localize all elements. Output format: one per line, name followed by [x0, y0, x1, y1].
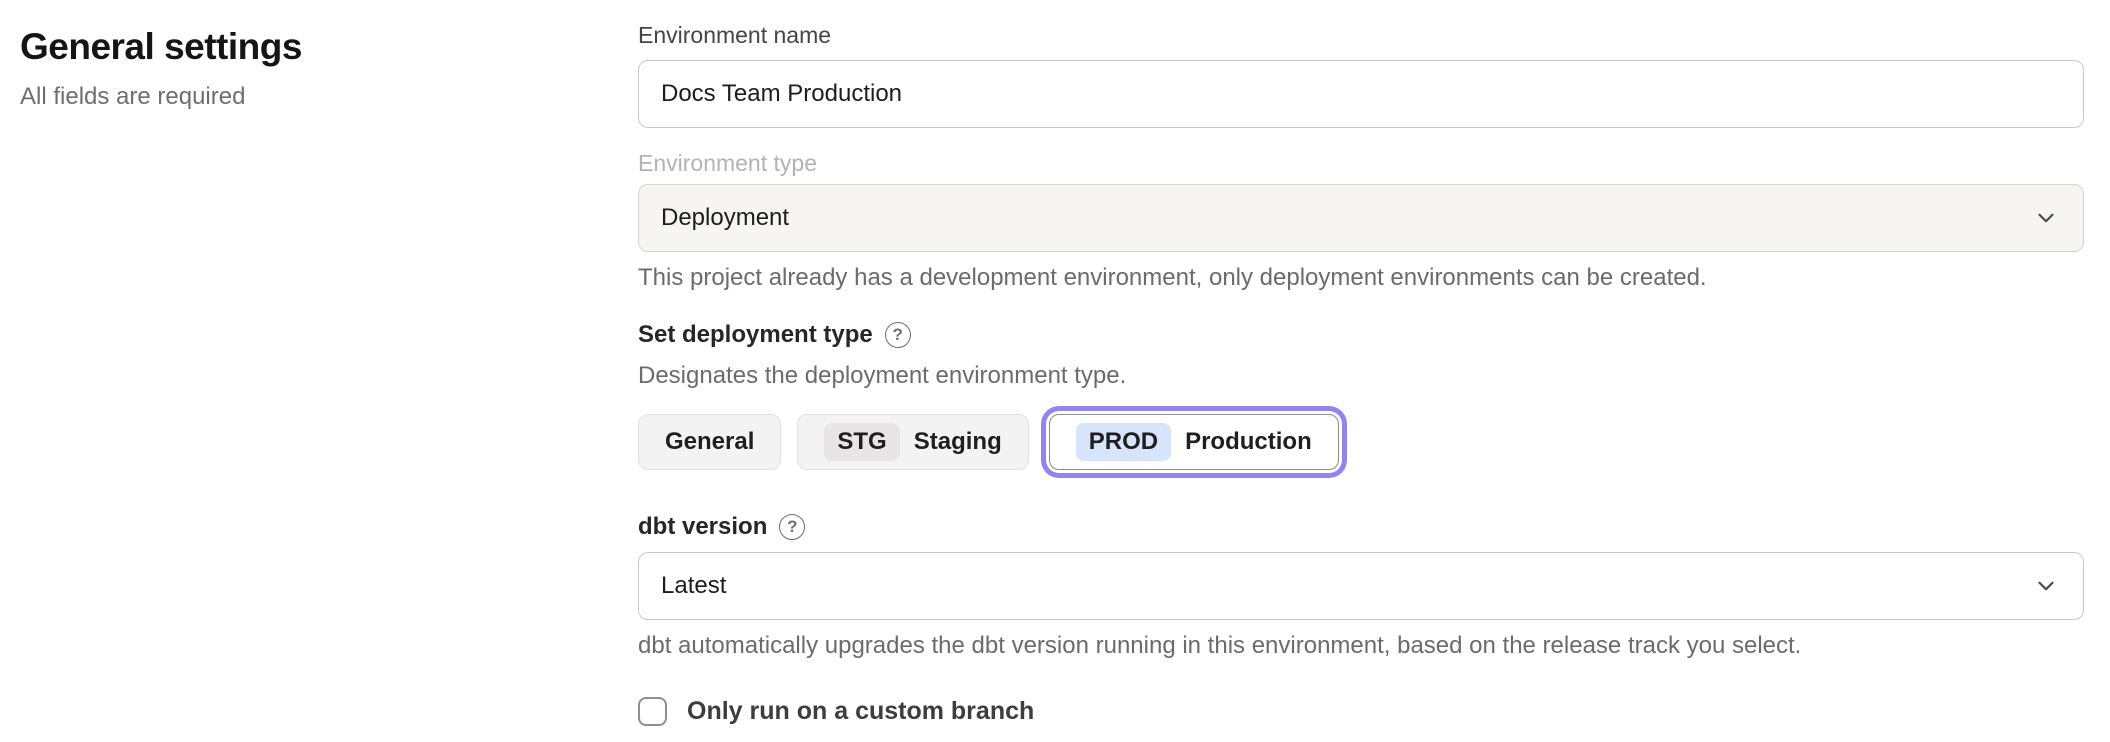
deployment-type-staging-label: Staging — [914, 428, 1002, 456]
custom-branch-row: Only run on a custom branch — [638, 697, 2084, 726]
production-badge: PROD — [1076, 423, 1171, 461]
deployment-type-helper: Designates the deployment environment ty… — [638, 360, 2084, 392]
deployment-type-options: General STG Staging PROD Production — [638, 406, 2084, 478]
page-header: General settings All fields are required — [20, 26, 302, 111]
environment-type-helper: This project already has a development e… — [638, 262, 2084, 294]
deployment-type-general-button[interactable]: General — [638, 414, 781, 470]
page-subtitle: All fields are required — [20, 83, 302, 111]
chevron-down-icon — [2033, 573, 2059, 599]
question-circle-icon[interactable]: ? — [885, 322, 911, 348]
deployment-type-label: Set deployment type — [638, 320, 873, 350]
page-title: General settings — [20, 26, 302, 68]
deployment-type-production-label: Production — [1185, 428, 1312, 456]
dbt-version-select[interactable]: Latest — [638, 552, 2084, 620]
custom-branch-label: Only run on a custom branch — [687, 697, 1034, 726]
staging-badge: STG — [824, 423, 899, 461]
question-circle-icon[interactable]: ? — [779, 514, 805, 540]
environment-type-value: Deployment — [661, 204, 789, 232]
dbt-version-value: Latest — [661, 572, 726, 600]
environment-type-select[interactable]: Deployment — [638, 184, 2084, 252]
environment-name-label: Environment name — [638, 20, 2084, 50]
deployment-type-production-button[interactable]: PROD Production — [1049, 414, 1339, 470]
deployment-type-staging-button[interactable]: STG Staging — [797, 414, 1028, 470]
chevron-down-icon — [2033, 205, 2059, 231]
environment-name-input[interactable] — [638, 60, 2084, 128]
general-settings-page: General settings All fields are required… — [0, 0, 2110, 742]
settings-form: Environment name Environment type Deploy… — [638, 0, 2084, 726]
dbt-version-helper: dbt automatically upgrades the dbt versi… — [638, 630, 2084, 662]
deployment-type-general-label: General — [665, 428, 754, 456]
custom-branch-checkbox[interactable] — [638, 697, 667, 726]
dbt-version-label: dbt version — [638, 512, 767, 542]
environment-type-label: Environment type — [638, 148, 2084, 178]
